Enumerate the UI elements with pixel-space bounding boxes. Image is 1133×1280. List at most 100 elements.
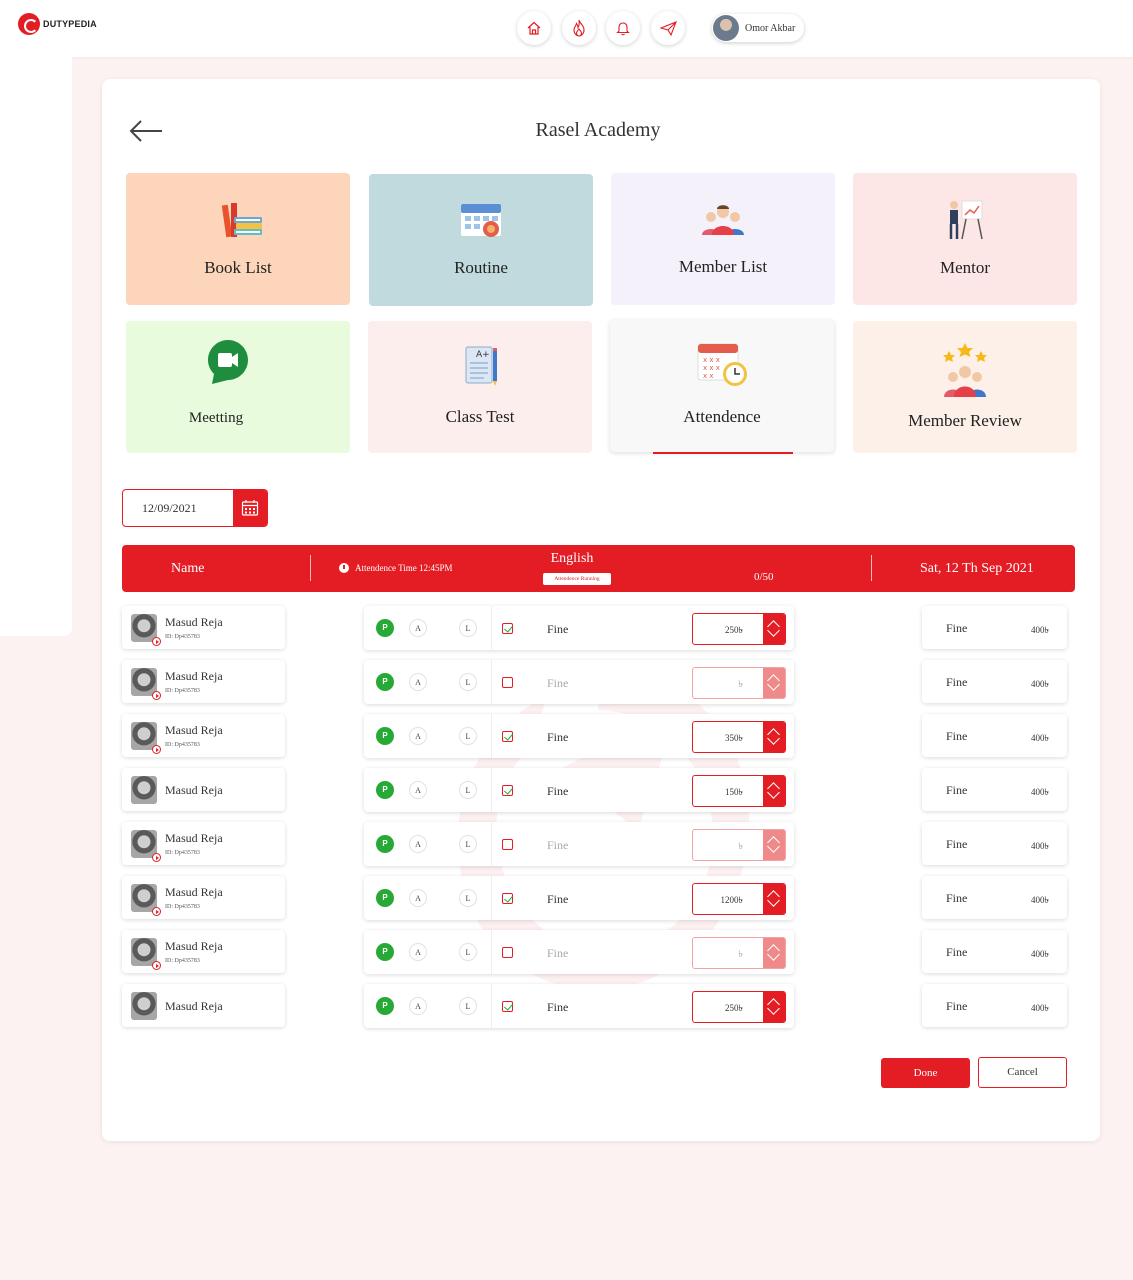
- absent-button[interactable]: A: [409, 619, 427, 637]
- present-button[interactable]: P: [376, 727, 394, 745]
- play-icon[interactable]: [152, 907, 161, 916]
- student-card[interactable]: Masud Reja ID: Dp435783: [122, 876, 285, 919]
- leave-button[interactable]: L: [459, 673, 477, 691]
- amount-stepper-icon[interactable]: [763, 830, 785, 860]
- date-picker-button[interactable]: [233, 490, 267, 526]
- present-button[interactable]: P: [376, 673, 394, 691]
- absent-button[interactable]: A: [409, 673, 427, 691]
- student-card[interactable]: Masud Reja ID: Dp435783: [122, 714, 285, 757]
- leave-button[interactable]: L: [459, 619, 477, 637]
- fine-amount-input[interactable]: 350৳: [692, 721, 786, 753]
- absent-button[interactable]: A: [409, 835, 427, 853]
- avatar: [713, 15, 739, 41]
- leave-button[interactable]: L: [459, 835, 477, 853]
- fine-checkbox[interactable]: [502, 623, 513, 634]
- tile-member-list[interactable]: Member List: [611, 173, 835, 305]
- session-date: Sat, 12 Th Sep 2021: [920, 561, 1034, 576]
- leave-button[interactable]: L: [459, 781, 477, 799]
- student-card[interactable]: Masud Reja: [122, 768, 285, 811]
- fine-label: Fine: [547, 622, 569, 636]
- amount-stepper-icon[interactable]: [763, 776, 785, 806]
- present-button[interactable]: P: [376, 619, 394, 637]
- student-card[interactable]: Masud Reja ID: Dp435783: [122, 930, 285, 973]
- leave-button[interactable]: L: [459, 727, 477, 745]
- trending-button[interactable]: [562, 11, 596, 45]
- amount-stepper-icon[interactable]: [763, 884, 785, 914]
- amount-stepper-icon[interactable]: [763, 722, 785, 752]
- fine-amount-input[interactable]: 150৳: [692, 775, 786, 807]
- tile-label: Routine: [454, 258, 508, 277]
- present-button[interactable]: P: [376, 781, 394, 799]
- total-fine-card: Fine 400৳: [922, 876, 1067, 919]
- attendance-controls: P A L Fine 1200৳: [364, 876, 794, 920]
- amount-stepper-icon[interactable]: [763, 614, 785, 644]
- date-value: 12/09/2021: [142, 501, 197, 515]
- fine-checkbox[interactable]: [502, 1001, 513, 1012]
- amount-stepper-icon[interactable]: [763, 992, 785, 1022]
- absent-button[interactable]: A: [409, 997, 427, 1015]
- play-icon[interactable]: [152, 961, 161, 970]
- leave-button[interactable]: L: [459, 997, 477, 1015]
- play-icon[interactable]: [152, 745, 161, 754]
- divider: [491, 660, 492, 704]
- done-button[interactable]: Done: [881, 1058, 970, 1088]
- fine-amount-input[interactable]: ৳: [692, 937, 786, 969]
- amount-stepper-icon[interactable]: [763, 668, 785, 698]
- fine-amount-input[interactable]: 250৳: [692, 613, 786, 645]
- home-button[interactable]: [517, 11, 551, 45]
- play-icon[interactable]: [152, 691, 161, 700]
- brand-logo[interactable]: DUTYPEDIA: [18, 13, 97, 35]
- user-menu[interactable]: Omor Akbar: [712, 14, 804, 42]
- tile-mentor[interactable]: Mentor: [853, 173, 1077, 305]
- play-icon[interactable]: [152, 853, 161, 862]
- attendance-controls: P A L Fine 250৳: [364, 984, 794, 1028]
- absent-button[interactable]: A: [409, 727, 427, 745]
- student-card[interactable]: Masud Reja: [122, 984, 285, 1027]
- total-fine-card: Fine 400৳: [922, 822, 1067, 865]
- play-icon[interactable]: [152, 637, 161, 646]
- svg-text:x x x: x x x: [703, 364, 720, 372]
- student-card[interactable]: Masud Reja ID: Dp435783: [122, 822, 285, 865]
- tile-routine[interactable]: Routine: [369, 174, 593, 306]
- absent-button[interactable]: A: [409, 889, 427, 907]
- attendance-controls: P A L Fine 150৳: [364, 768, 794, 812]
- fine-amount-input[interactable]: 250৳: [692, 991, 786, 1023]
- fine-amount-input[interactable]: ৳: [692, 667, 786, 699]
- attendance-time-label: Attendence Time 12:45PM: [355, 563, 453, 573]
- divider: [491, 930, 492, 974]
- student-card[interactable]: Masud Reja ID: Dp435783: [122, 660, 285, 703]
- present-button[interactable]: P: [376, 835, 394, 853]
- tile-member-review[interactable]: Member Review: [853, 321, 1077, 453]
- amount-stepper-icon[interactable]: [763, 938, 785, 968]
- leave-button[interactable]: L: [459, 889, 477, 907]
- fine-checkbox[interactable]: [502, 677, 513, 688]
- fine-amount-value: 1200৳: [720, 895, 743, 905]
- fine-checkbox[interactable]: [502, 731, 513, 742]
- fine-amount-input[interactable]: ৳: [692, 829, 786, 861]
- fine-checkbox[interactable]: [502, 785, 513, 796]
- absent-button[interactable]: A: [409, 781, 427, 799]
- present-button[interactable]: P: [376, 943, 394, 961]
- total-fine-amount: 400৳: [1031, 679, 1049, 689]
- messages-button[interactable]: [651, 11, 685, 45]
- fine-checkbox[interactable]: [502, 839, 513, 850]
- present-button[interactable]: P: [376, 889, 394, 907]
- tile-book-list[interactable]: Book List: [126, 173, 350, 305]
- student-id: ID: Dp435783: [165, 688, 200, 694]
- tile-meetting[interactable]: Meetting: [126, 321, 350, 453]
- fine-checkbox[interactable]: [502, 947, 513, 958]
- fine-amount-input[interactable]: 1200৳: [692, 883, 786, 915]
- back-button[interactable]: [128, 118, 164, 144]
- date-field[interactable]: 12/09/2021: [122, 489, 268, 527]
- divider: [871, 555, 872, 581]
- leave-button[interactable]: L: [459, 943, 477, 961]
- notifications-button[interactable]: [606, 11, 640, 45]
- total-fine-amount: 400৳: [1031, 733, 1049, 743]
- fine-checkbox[interactable]: [502, 893, 513, 904]
- tile-class-test[interactable]: A+ Class Test: [368, 321, 592, 453]
- tile-attendence[interactable]: x x xx x xx x Attendence: [610, 320, 834, 454]
- cancel-button[interactable]: Cancel: [978, 1057, 1067, 1088]
- student-card[interactable]: Masud Reja ID: Dp435783: [122, 606, 285, 649]
- absent-button[interactable]: A: [409, 943, 427, 961]
- present-button[interactable]: P: [376, 997, 394, 1015]
